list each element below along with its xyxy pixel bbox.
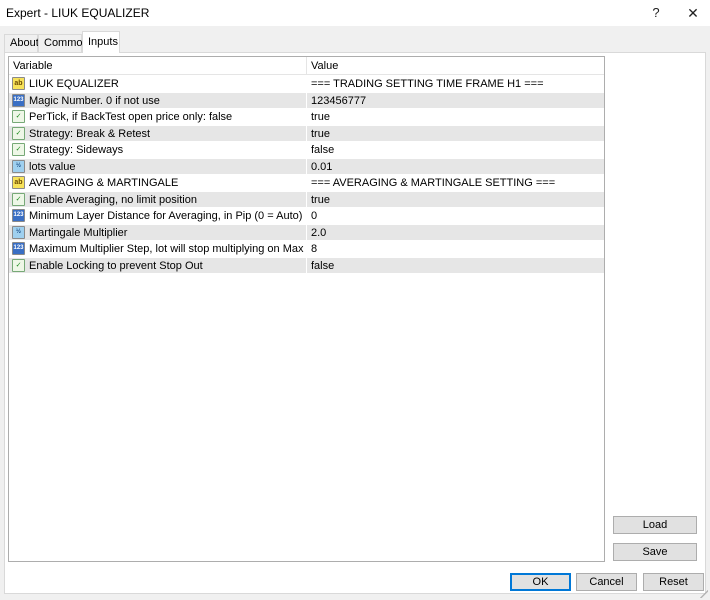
- cell-divider: [306, 241, 307, 257]
- variable-cell[interactable]: Maximum Multiplier Step, lot will stop m…: [29, 241, 306, 257]
- ok-button[interactable]: OK: [510, 573, 571, 591]
- dialog-client-area: About Common Inputs Variable Value ab LIU…: [0, 26, 710, 600]
- cell-divider: [306, 142, 307, 158]
- bool-icon: ✓: [12, 126, 25, 140]
- reset-button[interactable]: Reset: [643, 573, 704, 591]
- variable-cell[interactable]: Enable Locking to prevent Stop Out: [29, 258, 306, 274]
- bool-icon: ✓: [12, 192, 25, 206]
- grid-header: Variable Value: [9, 57, 604, 75]
- variable-cell[interactable]: Magic Number. 0 if not use: [29, 93, 306, 109]
- help-button[interactable]: ?: [641, 2, 671, 24]
- variable-cell[interactable]: Strategy: Break & Retest: [29, 126, 306, 142]
- cell-divider: [306, 224, 307, 241]
- cell-divider: [306, 208, 307, 224]
- cell-divider: [306, 191, 307, 208]
- variable-cell[interactable]: Martingale Multiplier: [29, 225, 306, 241]
- grid-row[interactable]: ✓ Enable Locking to prevent Stop Out false: [9, 257, 604, 274]
- grid-row[interactable]: ✓ Enable Averaging, no limit position true: [9, 191, 604, 208]
- value-cell[interactable]: true: [311, 109, 330, 125]
- tab-inputs[interactable]: Inputs: [82, 31, 120, 53]
- window-title: Expert - LIUK EQUALIZER: [6, 6, 150, 20]
- integer-icon: 123: [12, 209, 25, 222]
- value-cell[interactable]: true: [311, 192, 330, 208]
- value-cell[interactable]: 8: [311, 241, 317, 257]
- save-button[interactable]: Save: [613, 543, 697, 561]
- cell-divider: [306, 158, 307, 175]
- column-header-value[interactable]: Value: [311, 57, 338, 75]
- grid-row[interactable]: ab LIUK EQUALIZER === TRADING SETTING TIME…: [9, 76, 604, 93]
- bool-icon: ✓: [12, 110, 25, 123]
- variable-cell[interactable]: PerTick, if BackTest open price only: fa…: [29, 109, 306, 125]
- double-icon: ½: [12, 159, 25, 173]
- column-divider[interactable]: [306, 57, 307, 75]
- grid-row[interactable]: ½ Martingale Multiplier 2.0: [9, 224, 604, 241]
- grid-row[interactable]: 123 Minimum Layer Distance for Averaging,…: [9, 208, 604, 225]
- bool-icon: ✓: [12, 143, 25, 156]
- variable-cell[interactable]: Enable Averaging, no limit position: [29, 192, 306, 208]
- string-icon: ab: [12, 77, 25, 90]
- cancel-button[interactable]: Cancel: [576, 573, 637, 591]
- cell-divider: [306, 109, 307, 125]
- inputs-grid: Variable Value ab LIUK EQUALIZER === TRADI…: [8, 56, 605, 562]
- cell-divider: [306, 76, 307, 92]
- tab-common[interactable]: Common: [38, 34, 89, 52]
- grid-row[interactable]: ½ lots value 0.01: [9, 158, 604, 175]
- variable-cell[interactable]: AVERAGING & MARTINGALE: [29, 175, 306, 191]
- integer-icon: 123: [12, 93, 25, 107]
- variable-cell[interactable]: lots value: [29, 159, 306, 175]
- variable-cell[interactable]: Strategy: Sideways: [29, 142, 306, 158]
- value-cell[interactable]: false: [311, 258, 334, 274]
- grid-row[interactable]: ab AVERAGING & MARTINGALE === AVERAGING & …: [9, 175, 604, 192]
- integer-icon: 123: [12, 242, 25, 255]
- string-icon: ab: [12, 176, 25, 189]
- value-cell[interactable]: 123456777: [311, 93, 366, 109]
- grid-row[interactable]: ✓ Strategy: Sideways false: [9, 142, 604, 159]
- grid-row[interactable]: ✓ PerTick, if BackTest open price only: f…: [9, 109, 604, 126]
- tab-about[interactable]: About: [4, 34, 39, 52]
- grid-row[interactable]: ✓ Strategy: Break & Retest true: [9, 125, 604, 142]
- cell-divider: [306, 92, 307, 109]
- variable-cell[interactable]: LIUK EQUALIZER: [29, 76, 306, 92]
- grid-row[interactable]: 123 Maximum Multiplier Step, lot will sto…: [9, 241, 604, 258]
- load-button[interactable]: Load: [613, 516, 697, 534]
- resize-grip[interactable]: [698, 588, 708, 598]
- cell-divider: [306, 257, 307, 274]
- value-cell[interactable]: 0.01: [311, 159, 332, 175]
- variable-cell[interactable]: Minimum Layer Distance for Averaging, in…: [29, 208, 306, 224]
- value-cell[interactable]: === TRADING SETTING TIME FRAME H1 ===: [311, 76, 544, 92]
- value-cell[interactable]: 2.0: [311, 225, 326, 241]
- close-button[interactable]: ✕: [678, 2, 708, 24]
- value-cell[interactable]: true: [311, 126, 330, 142]
- title-bar: Expert - LIUK EQUALIZER ? ✕: [0, 0, 710, 26]
- cell-divider: [306, 175, 307, 191]
- column-header-variable[interactable]: Variable: [13, 57, 306, 75]
- value-cell[interactable]: false: [311, 142, 334, 158]
- grid-row[interactable]: 123 Magic Number. 0 if not use 123456777: [9, 92, 604, 109]
- bool-icon: ✓: [12, 258, 25, 272]
- value-cell[interactable]: === AVERAGING & MARTINGALE SETTING ===: [311, 175, 555, 191]
- double-icon: ½: [12, 225, 25, 239]
- cell-divider: [306, 125, 307, 142]
- value-cell[interactable]: 0: [311, 208, 317, 224]
